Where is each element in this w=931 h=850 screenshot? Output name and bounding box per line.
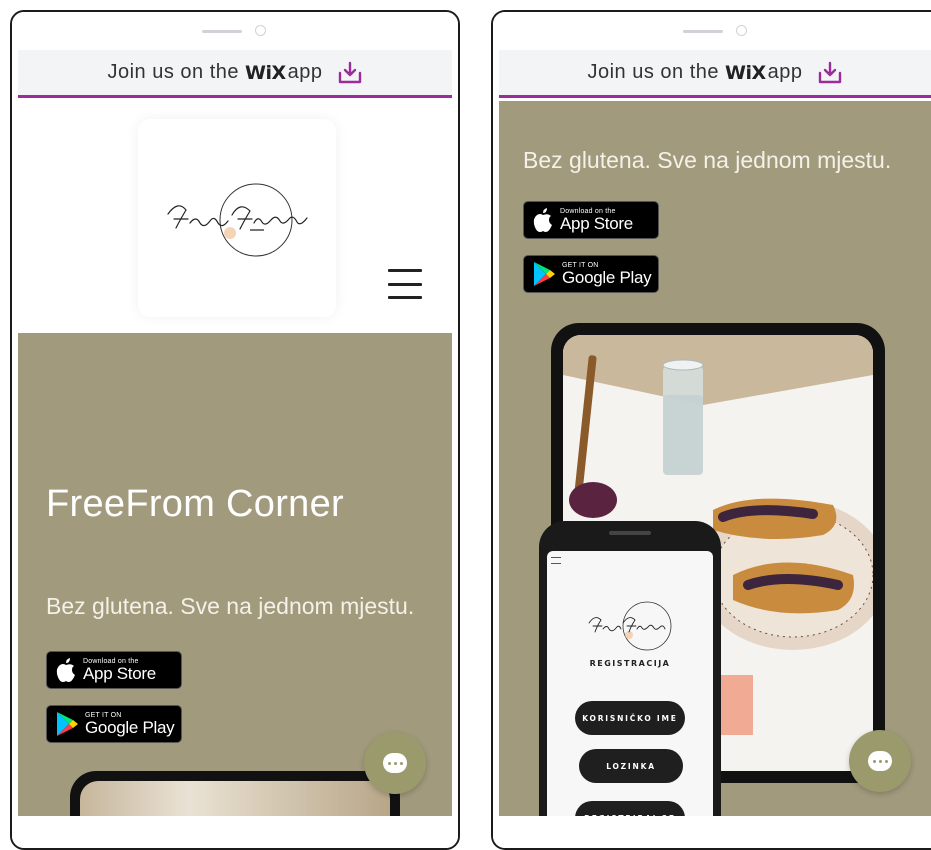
banner-suffix: app [767,61,803,83]
app-store-big-text: App Store [560,214,633,233]
google-play-big-text: Google Play [562,268,652,287]
google-play-button[interactable]: GET IT ON Google Play [46,705,182,743]
chat-icon [383,753,407,773]
phone-top-bar [12,12,458,50]
app-store-button[interactable]: Download on the App Store [46,651,182,689]
chat-button[interactable] [849,730,911,792]
phone-top-bar [493,12,931,50]
wix-logo-text: WiX [725,61,766,84]
site-tagline: Bez glutena. Sve na jednom mjestu. [523,147,892,173]
app-store-big-text: App Store [83,664,156,683]
camera-dot [736,25,747,36]
apple-icon [56,658,75,682]
hamburger-menu-icon[interactable] [388,269,422,299]
site-logo[interactable] [138,119,336,317]
banner-suffix: app [287,61,323,83]
site-header [18,101,452,333]
wix-app-banner[interactable]: Join us on the WiX app [18,50,452,98]
phone-frame-right: Join us on the WiX app Bez glutena. Sve n… [491,10,931,850]
hero-section: Bez glutena. Sve na jednom mjestu. Downl… [499,101,931,848]
google-play-big-text: Google Play [85,718,175,737]
username-button[interactable]: KORISNIČKO IME [575,701,685,735]
bottom-bar [12,816,458,848]
app-preview-screen: REGISTRACIJA KORISNIČKO IME LOZINKA REGI… [547,551,713,848]
camera-dot [255,25,266,36]
google-play-icon [534,262,555,286]
wix-logo-text: WiX [245,61,286,84]
app-store-button[interactable]: Download on the App Store [523,201,659,239]
speaker-line [683,30,723,33]
freefrom-logo-icon [167,183,308,257]
password-button[interactable]: LOZINKA [579,749,683,783]
download-icon[interactable] [817,61,843,85]
download-icon[interactable] [337,61,363,85]
chat-button[interactable] [364,732,426,794]
google-play-icon [57,712,78,736]
banner-prefix: Join us on the [107,61,240,83]
wix-app-banner[interactable]: Join us on the WiX app [499,50,931,98]
registration-heading: REGISTRACIJA [589,659,671,668]
banner-prefix: Join us on the [587,61,720,83]
app-preview-phone: REGISTRACIJA KORISNIČKO IME LOZINKA REGI… [539,521,721,848]
speaker-line [202,30,242,33]
site-title: FreeFrom Corner [46,483,344,525]
chat-icon [868,751,892,771]
bottom-bar [493,816,931,848]
freefrom-logo-icon [588,601,672,651]
google-play-button[interactable]: GET IT ON Google Play [523,255,659,293]
mini-menu-icon [551,557,561,564]
phone-frame-left: Join us on the WiX app FreeFrom Corner Be… [10,10,460,850]
site-tagline: Bez glutena. Sve na jednom mjestu. [46,593,415,619]
apple-icon [533,208,552,232]
